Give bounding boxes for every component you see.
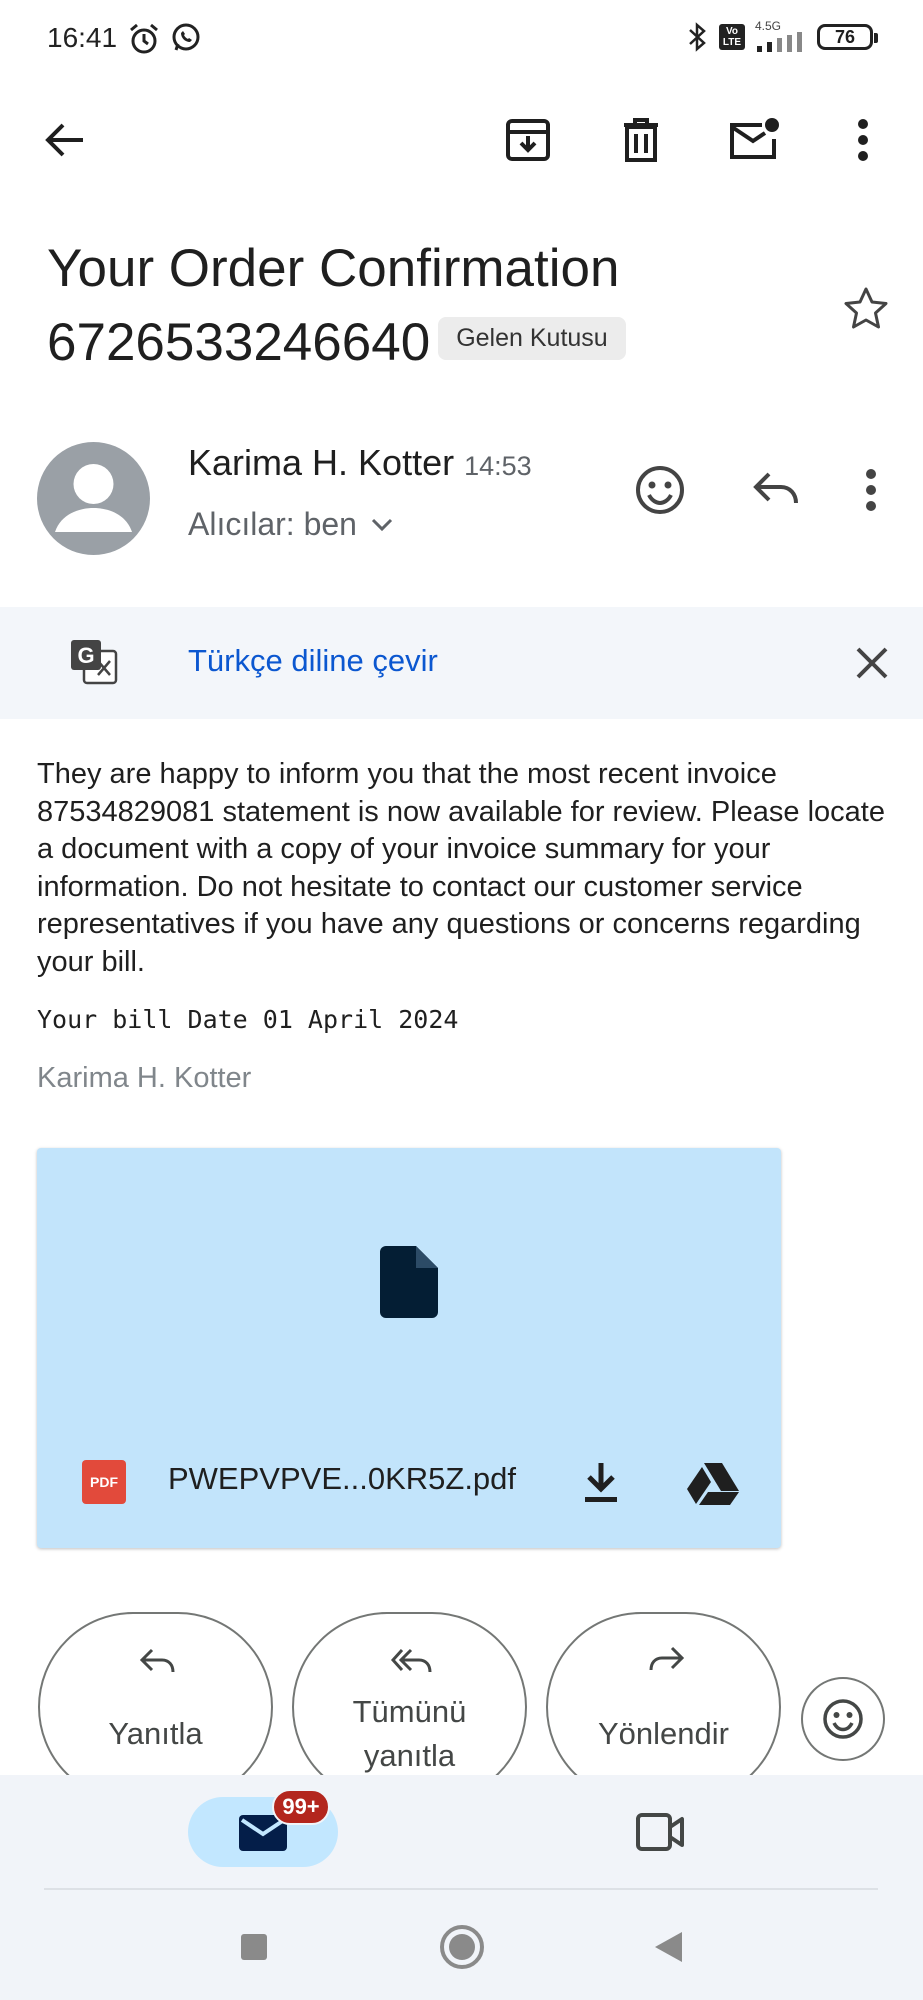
reply-button[interactable]: Yanıtla <box>38 1612 273 1802</box>
emoji-react-icon[interactable] <box>630 460 690 520</box>
forward-label: Yönlendir <box>598 1716 729 1751</box>
drive-icon[interactable] <box>685 1458 741 1508</box>
signal-icon: 4.5G <box>755 20 807 54</box>
reply-all-icon <box>390 1648 434 1678</box>
reply-all-button[interactable]: Tümünü yanıtla <box>292 1612 527 1802</box>
close-icon[interactable] <box>850 641 894 685</box>
trash-icon[interactable] <box>613 112 669 168</box>
reply-icon <box>139 1648 177 1678</box>
forward-button[interactable]: Yönlendir <box>546 1612 781 1802</box>
reply-all-label-2: yanıtla <box>363 1738 456 1773</box>
sender-header[interactable]: Karima H. Kotter 14:53 <box>188 442 532 484</box>
label-chip[interactable]: Gelen Kutusu <box>438 316 626 360</box>
email-body: They are happy to inform you that the mo… <box>37 758 885 978</box>
translate-bar <box>0 607 923 719</box>
download-icon[interactable] <box>579 1458 623 1508</box>
sender-time: 14:53 <box>464 451 532 481</box>
emoji-icon <box>822 1698 864 1740</box>
home-icon[interactable] <box>437 1922 487 1972</box>
sender-name: Karima H. Kotter <box>188 442 455 483</box>
back-arrow-icon[interactable] <box>37 112 93 168</box>
mark-unread-icon[interactable] <box>725 110 783 168</box>
recents-icon[interactable] <box>232 1925 276 1969</box>
more-vert-icon[interactable] <box>843 112 883 168</box>
volte-icon: Vo LTE <box>719 24 745 50</box>
svg-text:G: G <box>77 643 94 668</box>
attachment-filename: PWEPVPVE...0KR5Z.pdf <box>168 1461 517 1496</box>
signature: Karima H. Kotter <box>37 1062 252 1094</box>
back-nav-icon[interactable] <box>646 1925 690 1969</box>
attachment-card[interactable]: PDF PWEPVPVE...0KR5Z.pdf <box>37 1148 781 1548</box>
reply-all-label-1: Tümünü <box>352 1694 467 1729</box>
recipients-toggle[interactable]: Alıcılar: ben <box>188 506 393 543</box>
recipients-text: Alıcılar: ben <box>188 506 357 542</box>
archive-icon[interactable] <box>500 112 556 168</box>
whatsapp-icon <box>170 22 202 54</box>
bill-date: Your bill Date 01 April 2024 <box>37 1005 459 1034</box>
email-subject: Your Order Confirmation 6726533246640 Gel… <box>47 232 827 380</box>
avatar[interactable] <box>37 442 150 555</box>
nav-divider <box>44 1888 878 1890</box>
file-icon <box>380 1246 438 1318</box>
status-time: 16:41 <box>47 22 118 53</box>
nav-meet-tab[interactable] <box>630 1808 690 1856</box>
star-icon[interactable] <box>838 280 894 336</box>
alarm-icon <box>127 22 161 56</box>
forward-icon <box>647 1646 685 1676</box>
reply-icon[interactable] <box>746 462 806 518</box>
add-reaction-button[interactable] <box>801 1677 885 1761</box>
message-more-icon[interactable] <box>851 462 891 518</box>
status-icons: Vo LTE 4.5G 76 <box>687 20 878 54</box>
bluetooth-icon <box>687 21 709 53</box>
translate-icon: G <box>68 637 120 687</box>
mail-count-badge: 99+ <box>272 1789 330 1825</box>
network-label: 4.5G <box>755 19 782 33</box>
battery-indicator: 76 <box>817 24 878 50</box>
translate-link[interactable]: Türkçe diline çevir <box>188 643 438 679</box>
chevron-down-icon <box>371 518 393 532</box>
video-camera-icon <box>635 1812 685 1852</box>
pdf-badge: PDF <box>82 1460 126 1504</box>
reply-label: Yanıtla <box>108 1716 203 1751</box>
